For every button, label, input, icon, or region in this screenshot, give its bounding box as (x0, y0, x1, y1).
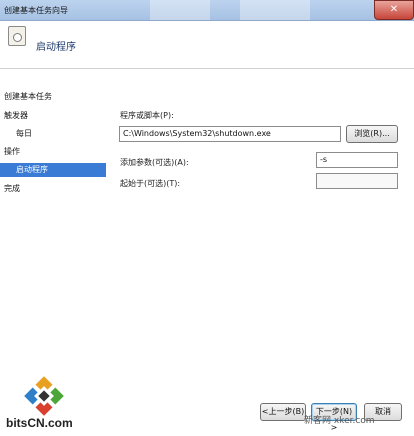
titlebar-glare (240, 0, 310, 20)
browse-button[interactable]: 浏览(R)... (346, 125, 398, 143)
sidebar-item-daily: 每日 (16, 129, 32, 138)
window-title: 创建基本任务向导 (4, 6, 68, 15)
sidebar-item-action: 操作 (4, 147, 20, 156)
args-label: 添加参数(可选)(A): (120, 158, 189, 167)
sidebar-section-label: 创建基本任务 (4, 92, 52, 101)
logo-mark-icon (24, 376, 64, 416)
back-button[interactable]: <上一步(B) (260, 403, 306, 421)
page-title: 启动程序 (36, 42, 76, 53)
task-clock-icon (8, 26, 26, 46)
titlebar-glare (150, 0, 210, 20)
bitscn-logo: bitsCN.com (4, 376, 94, 432)
logo-text: bitsCN.com (6, 416, 73, 430)
sidebar-item-start-program: 启动程序 (0, 163, 106, 177)
watermark: 新客网 xker.com (304, 416, 375, 426)
wizard-header: 启动程序 (0, 21, 414, 69)
program-label: 程序或脚本(P): (120, 111, 174, 120)
sidebar-item-finish: 完成 (4, 184, 20, 193)
args-input[interactable]: -s (316, 152, 398, 168)
window-titlebar[interactable]: 创建基本任务向导 ✕ (0, 0, 414, 21)
close-button[interactable]: ✕ (374, 0, 414, 20)
sidebar-item-trigger: 触发器 (4, 111, 28, 120)
program-input[interactable]: C:\Windows\System32\shutdown.exe (119, 126, 341, 142)
startin-label: 起始于(可选)(T): (120, 179, 181, 188)
startin-input[interactable] (316, 173, 398, 189)
